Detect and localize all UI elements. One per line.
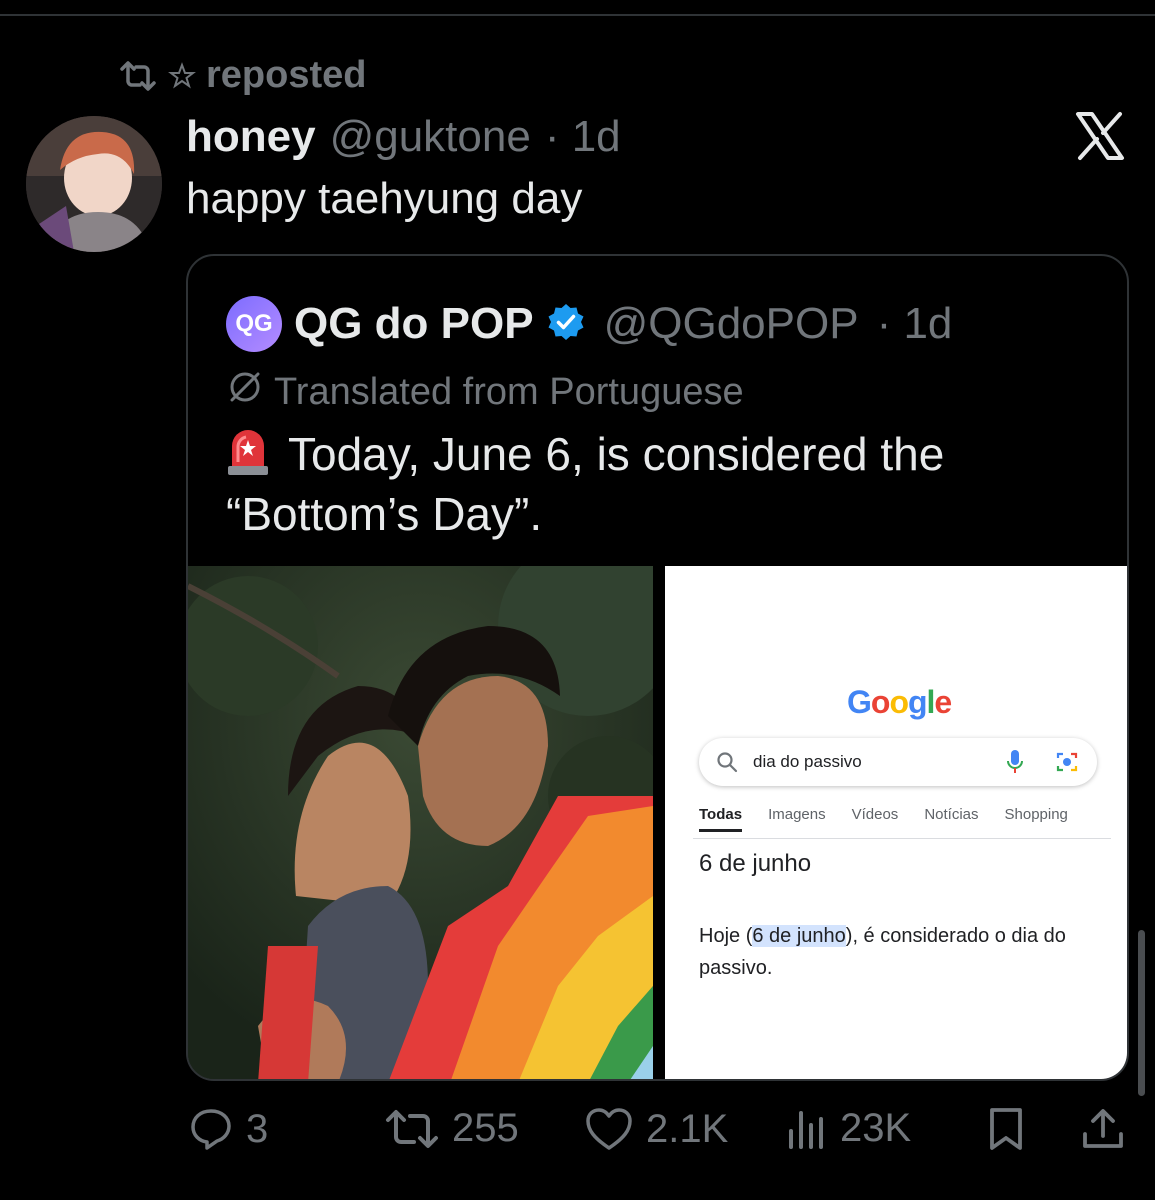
google-logo-letter: o — [870, 684, 891, 720]
bookmark-icon — [986, 1106, 1026, 1152]
star-icon — [168, 61, 196, 90]
action-bar: 3 255 2.1K 23K — [0, 1106, 1155, 1166]
snippet-highlight: 6 de junho — [752, 925, 846, 947]
google-divider — [693, 838, 1111, 839]
quoted-author-name[interactable]: QG do POP — [294, 299, 534, 349]
reply-button[interactable]: 3 — [188, 1106, 268, 1152]
post-time[interactable]: · 1d — [545, 112, 621, 162]
views-count: 23K — [840, 1106, 912, 1150]
like-button[interactable]: 2.1K — [584, 1106, 728, 1152]
google-tab: Todas — [699, 806, 743, 832]
views-icon — [786, 1107, 828, 1151]
quoted-post-text: Today, June 6, is considered the “Bottom… — [226, 424, 1106, 544]
snippet-before: Hoje ( — [699, 925, 753, 947]
search-icon — [715, 750, 739, 779]
translation-notice[interactable]: Translated from Portuguese — [226, 368, 744, 416]
repost-icon — [118, 60, 158, 91]
post-text: happy taehyung day — [186, 174, 583, 223]
google-tab: Imagens — [768, 806, 826, 823]
google-tab: Vídeos — [851, 806, 899, 823]
author-handle[interactable]: @guktone — [330, 112, 531, 162]
verified-badge-icon — [546, 302, 586, 347]
repost-button[interactable]: 255 — [384, 1106, 519, 1151]
author-name[interactable]: honey — [186, 112, 316, 162]
google-logo-letter: o — [889, 684, 909, 720]
google-logo-letter: g — [907, 684, 928, 720]
google-answer: 6 de junho — [699, 850, 812, 877]
quoted-post-header: QG QG do POP @QGdoPOP · 1d — [226, 296, 952, 352]
like-icon — [584, 1106, 634, 1152]
repost-label: reposted — [206, 54, 367, 96]
views-button[interactable]: 23K — [786, 1106, 911, 1151]
google-search-screenshot[interactable]: Google dia do passivo Todas Imagens Víde… — [665, 566, 1127, 1079]
google-logo-letter: G — [847, 684, 872, 720]
camera-lens-icon — [1055, 750, 1079, 779]
repost-count: 255 — [452, 1106, 519, 1150]
google-logo: Google — [847, 684, 952, 721]
share-button[interactable] — [1080, 1106, 1126, 1152]
x-logo-icon — [1074, 110, 1126, 162]
bookmark-button[interactable] — [986, 1106, 1026, 1152]
repost-context: reposted — [118, 54, 366, 97]
google-tab: Shopping — [1004, 806, 1068, 823]
quoted-avatar[interactable]: QG — [226, 296, 282, 352]
google-search-bar: dia do passivo — [699, 738, 1097, 786]
quoted-post-text-content: Today, June 6, is considered the “Bottom… — [226, 428, 945, 540]
reply-icon — [188, 1106, 234, 1152]
google-tab: Notícias — [924, 806, 979, 823]
quoted-post[interactable]: QG QG do POP @QGdoPOP · 1d Translated fr… — [186, 254, 1129, 1081]
avatar[interactable] — [26, 116, 162, 252]
top-divider — [0, 14, 1155, 16]
photo-left[interactable] — [188, 566, 653, 1079]
siren-icon — [226, 426, 270, 476]
google-snippet: Hoje (6 de junho), é considerado o dia d… — [699, 920, 1099, 984]
share-icon — [1080, 1106, 1126, 1152]
quoted-avatar-initials: QG — [235, 310, 273, 337]
repost-icon — [384, 1109, 440, 1149]
scrollbar[interactable] — [1138, 930, 1145, 1096]
quoted-author-handle[interactable]: @QGdoPOP — [604, 299, 859, 349]
microphone-icon — [1005, 748, 1025, 781]
google-search-query: dia do passivo — [753, 752, 862, 771]
quoted-post-time[interactable]: · 1d — [877, 299, 953, 349]
translate-icon — [226, 368, 264, 416]
google-tabs: Todas Imagens Vídeos Notícias Shopping — [699, 806, 1068, 832]
translation-label: Translated from Portuguese — [274, 370, 744, 413]
post-header: honey @guktone · 1d — [186, 112, 621, 162]
like-count: 2.1K — [646, 1106, 729, 1151]
reply-count: 3 — [246, 1106, 269, 1151]
google-logo-letter: e — [934, 684, 952, 720]
